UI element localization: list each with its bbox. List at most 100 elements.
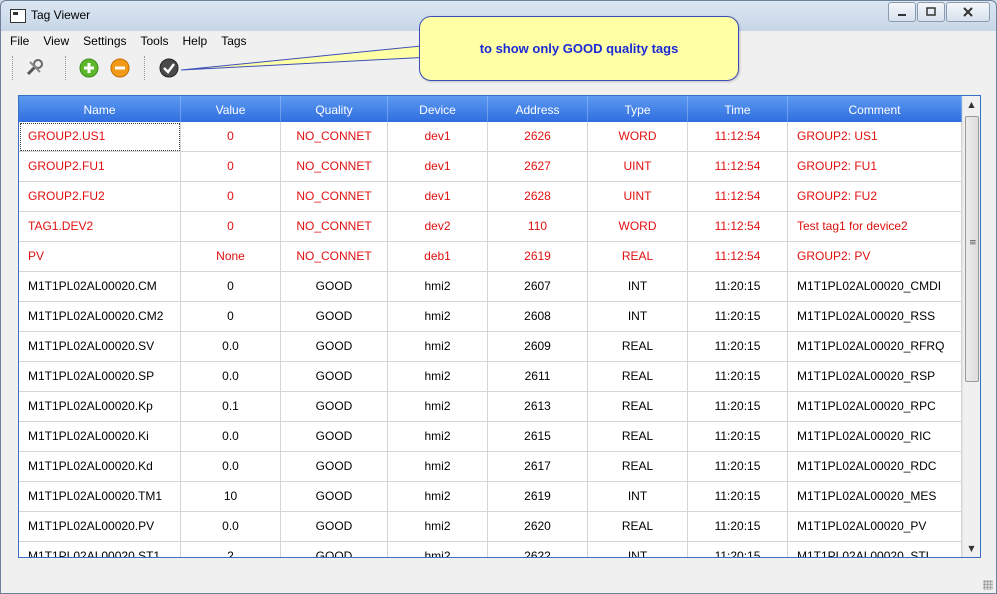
cell-type[interactable]: WORD	[588, 122, 688, 152]
remove-tag-button[interactable]	[109, 57, 131, 79]
cell-device[interactable]: hmi2	[388, 542, 488, 557]
cell-value[interactable]: 0	[181, 302, 281, 332]
cell-quality[interactable]: NO_CONNET	[281, 242, 388, 272]
cell-type[interactable]: REAL	[588, 362, 688, 392]
cell-device[interactable]: hmi2	[388, 392, 488, 422]
cell-comment[interactable]: M1T1PL02AL00020_PV	[788, 512, 962, 542]
cell-quality[interactable]: NO_CONNET	[281, 152, 388, 182]
table-row[interactable]: M1T1PL02AL00020.CM2 0 GOOD hmi2 2608 INT 11:20…	[19, 302, 962, 332]
cell-value[interactable]: 0.0	[181, 422, 281, 452]
cell-name[interactable]: M1T1PL02AL00020.Kd	[19, 452, 181, 482]
cell-name[interactable]: M1T1PL02AL00020.SV	[19, 332, 181, 362]
cell-value[interactable]: None	[181, 242, 281, 272]
cell-quality[interactable]: GOOD	[281, 452, 388, 482]
close-button[interactable]	[946, 2, 990, 22]
cell-comment[interactable]: M1T1PL02AL00020_RFRQ	[788, 332, 962, 362]
cell-comment[interactable]: M1T1PL02AL00020_RPC	[788, 392, 962, 422]
menu-tools[interactable]: Tools	[134, 31, 176, 52]
cell-quality[interactable]: GOOD	[281, 392, 388, 422]
cell-comment[interactable]: M1T1PL02AL00020_MES	[788, 482, 962, 512]
menu-file[interactable]: File	[1, 31, 36, 52]
cell-time[interactable]: 11:12:54	[688, 212, 788, 242]
cell-comment[interactable]: GROUP2: FU2	[788, 182, 962, 212]
cell-comment[interactable]: M1T1PL02AL00020_RSS	[788, 302, 962, 332]
table-row[interactable]: M1T1PL02AL00020.Ki 0.0 GOOD hmi2 2615 REAL 11:…	[19, 422, 962, 452]
good-quality-filter-button[interactable]	[158, 57, 180, 79]
cell-type[interactable]: REAL	[588, 512, 688, 542]
cell-type[interactable]: REAL	[588, 422, 688, 452]
table-row[interactable]: GROUP2.US1 0 NO_CONNET dev1 2626 WORD 11:12:54…	[19, 122, 962, 152]
cell-address[interactable]: 2627	[488, 152, 588, 182]
cell-type[interactable]: REAL	[588, 452, 688, 482]
cell-type[interactable]: REAL	[588, 242, 688, 272]
cell-time[interactable]: 11:20:15	[688, 392, 788, 422]
cell-comment[interactable]: M1T1PL02AL00020_RDC	[788, 452, 962, 482]
table-row[interactable]: PV None NO_CONNET deb1 2619 REAL 11:12:54 GROUP…	[19, 242, 962, 272]
cell-address[interactable]: 2628	[488, 182, 588, 212]
maximize-button[interactable]	[917, 2, 945, 22]
cell-name[interactable]: M1T1PL02AL00020.TM1	[19, 482, 181, 512]
cell-address[interactable]: 2617	[488, 452, 588, 482]
column-header-value[interactable]: Value	[181, 96, 281, 122]
scroll-up-arrow[interactable]: ▲	[963, 96, 980, 113]
cell-device[interactable]: hmi2	[388, 452, 488, 482]
cell-device[interactable]: dev1	[388, 122, 488, 152]
cell-type[interactable]: UINT	[588, 182, 688, 212]
cell-name[interactable]: M1T1PL02AL00020.Kp	[19, 392, 181, 422]
cell-device[interactable]: hmi2	[388, 362, 488, 392]
column-header-address[interactable]: Address	[488, 96, 588, 122]
cell-time[interactable]: 11:20:15	[688, 332, 788, 362]
cell-type[interactable]: INT	[588, 272, 688, 302]
cell-device[interactable]: deb1	[388, 242, 488, 272]
cell-device[interactable]: hmi2	[388, 512, 488, 542]
cell-quality[interactable]: GOOD	[281, 332, 388, 362]
cell-address[interactable]: 2619	[488, 482, 588, 512]
cell-name[interactable]: M1T1PL02AL00020.Ki	[19, 422, 181, 452]
cell-type[interactable]: REAL	[588, 332, 688, 362]
table-row[interactable]: M1T1PL02AL00020.CM 0 GOOD hmi2 2607 INT 11:20:…	[19, 272, 962, 302]
cell-time[interactable]: 11:20:15	[688, 482, 788, 512]
cell-name[interactable]: M1T1PL02AL00020.SP	[19, 362, 181, 392]
table-row[interactable]: M1T1PL02AL00020.ST1 2 GOOD hmi2 2622 INT 11:20…	[19, 542, 962, 557]
cell-address[interactable]: 2609	[488, 332, 588, 362]
table-row[interactable]: M1T1PL02AL00020.Kp 0.1 GOOD hmi2 2613 REAL 11:…	[19, 392, 962, 422]
table-row[interactable]: GROUP2.FU1 0 NO_CONNET dev1 2627 UINT 11:12:54…	[19, 152, 962, 182]
cell-quality[interactable]: GOOD	[281, 542, 388, 557]
cell-value[interactable]: 10	[181, 482, 281, 512]
cell-address[interactable]: 2615	[488, 422, 588, 452]
cell-value[interactable]: 0.0	[181, 332, 281, 362]
cell-type[interactable]: REAL	[588, 392, 688, 422]
cell-quality[interactable]: GOOD	[281, 272, 388, 302]
table-row[interactable]: M1T1PL02AL00020.Kd 0.0 GOOD hmi2 2617 REAL 11:…	[19, 452, 962, 482]
cell-device[interactable]: hmi2	[388, 332, 488, 362]
cell-device[interactable]: hmi2	[388, 272, 488, 302]
cell-value[interactable]: 0.0	[181, 452, 281, 482]
cell-time[interactable]: 11:12:54	[688, 182, 788, 212]
minimize-button[interactable]	[888, 2, 916, 22]
cell-device[interactable]: dev1	[388, 152, 488, 182]
cell-comment[interactable]: GROUP2: US1	[788, 122, 962, 152]
menu-settings[interactable]: Settings	[76, 31, 133, 52]
table-row[interactable]: TAG1.DEV2 0 NO_CONNET dev2 110 WORD 11:12:54 Te…	[19, 212, 962, 242]
cell-type[interactable]: UINT	[588, 152, 688, 182]
table-row[interactable]: M1T1PL02AL00020.PV 0.0 GOOD hmi2 2620 REAL 11:…	[19, 512, 962, 542]
cell-device[interactable]: dev1	[388, 182, 488, 212]
cell-value[interactable]: 0	[181, 182, 281, 212]
cell-comment[interactable]: M1T1PL02AL00020_RIC	[788, 422, 962, 452]
scroll-down-arrow[interactable]: ▼	[963, 540, 980, 557]
cell-type[interactable]: INT	[588, 302, 688, 332]
cell-time[interactable]: 11:20:15	[688, 422, 788, 452]
cell-time[interactable]: 11:20:15	[688, 362, 788, 392]
cell-device[interactable]: hmi2	[388, 482, 488, 512]
column-header-device[interactable]: Device	[388, 96, 488, 122]
cell-type[interactable]: INT	[588, 542, 688, 557]
cell-address[interactable]: 2619	[488, 242, 588, 272]
cell-value[interactable]: 0.0	[181, 362, 281, 392]
cell-name[interactable]: TAG1.DEV2	[19, 212, 181, 242]
cell-name[interactable]: PV	[19, 242, 181, 272]
cell-address[interactable]: 110	[488, 212, 588, 242]
cell-device[interactable]: dev2	[388, 212, 488, 242]
cell-comment[interactable]: GROUP2: PV	[788, 242, 962, 272]
cell-comment[interactable]: Test tag1 for device2	[788, 212, 962, 242]
column-header-comment[interactable]: Comment	[788, 96, 962, 122]
